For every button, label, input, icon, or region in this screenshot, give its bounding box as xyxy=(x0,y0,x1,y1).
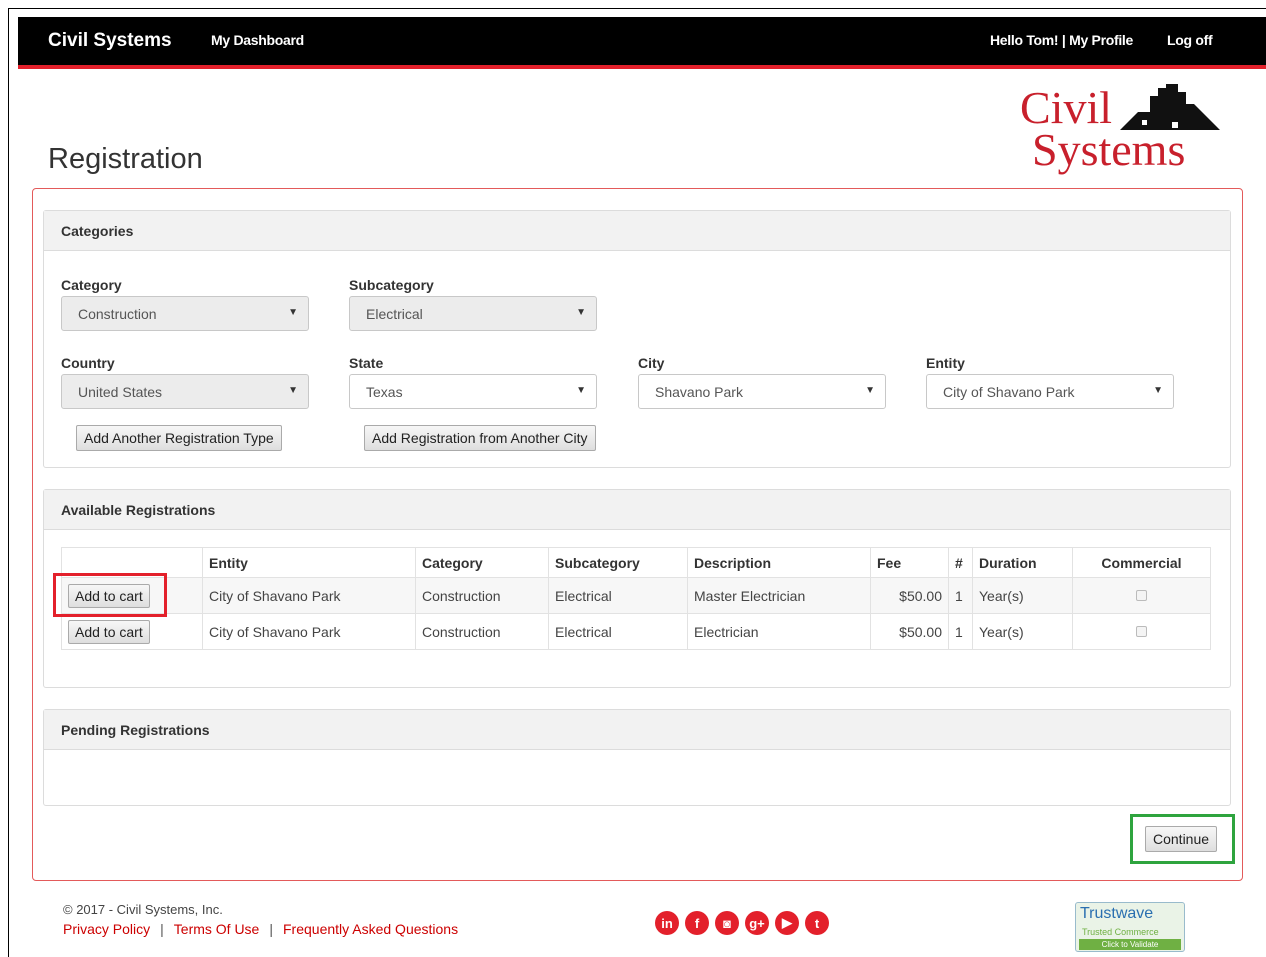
category-label: Category xyxy=(61,277,122,293)
footer-links: Privacy Policy | Terms Of Use | Frequently A… xyxy=(63,921,458,937)
country-select[interactable]: United States ▼ xyxy=(61,374,309,409)
logo-text-systems: Systems xyxy=(1032,124,1186,175)
twitter-icon[interactable]: t xyxy=(805,911,829,935)
column-header-subcategory: Subcategory xyxy=(548,547,688,578)
social-icons: in f ◙ g+ ▶ t xyxy=(655,911,829,935)
available-registrations-table: Entity Category Subcategory Description … xyxy=(61,547,1211,650)
entity-cell: City of Shavano Park xyxy=(202,613,416,650)
civil-systems-logo: Civil Systems xyxy=(1020,82,1230,182)
column-header-entity: Entity xyxy=(202,547,416,578)
dropdown-caret-icon: ▼ xyxy=(865,385,875,396)
table-row: Add to cart City of Shavano Park Constru… xyxy=(61,577,1211,614)
duration-cell: Year(s) xyxy=(972,577,1073,614)
add-registration-type-button[interactable]: Add Another Registration Type xyxy=(76,425,282,451)
commercial-checkbox[interactable] xyxy=(1136,589,1147,601)
number-cell: 1 xyxy=(948,613,973,650)
google-plus-icon[interactable]: g+ xyxy=(745,911,769,935)
add-to-cart-highlight xyxy=(53,573,167,617)
dropdown-caret-icon: ▼ xyxy=(288,307,298,318)
column-header-number: # xyxy=(948,547,973,578)
faq-link[interactable]: Frequently Asked Questions xyxy=(283,921,458,937)
actions-cell: Add to cart xyxy=(61,613,203,650)
city-label: City xyxy=(638,355,665,371)
category-cell: Construction xyxy=(415,577,549,614)
youtube-icon[interactable]: ▶ xyxy=(775,911,799,935)
logoff-link[interactable]: Log off xyxy=(1167,32,1213,48)
copyright-text: © 2017 - Civil Systems, Inc. xyxy=(63,902,223,917)
commercial-checkbox[interactable] xyxy=(1136,625,1147,637)
description-cell: Electrician xyxy=(687,613,871,650)
footer-separator: | xyxy=(269,921,273,937)
fee-cell: $50.00 xyxy=(870,577,949,614)
available-registrations-heading: Available Registrations xyxy=(44,490,1230,530)
dropdown-caret-icon: ▼ xyxy=(1153,385,1163,396)
logo-text-civil: Civil xyxy=(1020,82,1113,133)
categories-heading: Categories xyxy=(44,211,1230,251)
country-label: Country xyxy=(61,355,115,371)
dropdown-caret-icon: ▼ xyxy=(576,385,586,396)
subcategory-cell: Electrical xyxy=(548,577,688,614)
facebook-icon[interactable]: f xyxy=(685,911,709,935)
top-navbar: Civil Systems My Dashboard Hello Tom! | … xyxy=(18,17,1266,69)
trustwave-title: Trustwave xyxy=(1080,905,1154,922)
column-header-description: Description xyxy=(687,547,871,578)
subcategory-cell: Electrical xyxy=(548,613,688,650)
state-value: Texas xyxy=(366,384,403,400)
city-value: Shavano Park xyxy=(655,384,743,400)
state-label: State xyxy=(349,355,384,371)
terms-of-use-link[interactable]: Terms Of Use xyxy=(174,921,260,937)
entity-value: City of Shavano Park xyxy=(943,384,1075,400)
privacy-policy-link[interactable]: Privacy Policy xyxy=(63,921,150,937)
subcategory-select[interactable]: Electrical ▼ xyxy=(349,296,597,331)
commercial-cell xyxy=(1072,577,1211,614)
pending-registrations-panel: Pending Registrations xyxy=(43,709,1231,806)
subcategory-label: Subcategory xyxy=(349,277,434,293)
column-header-commercial: Commercial xyxy=(1072,547,1211,578)
trustwave-validate: Click to Validate xyxy=(1079,939,1181,950)
country-value: United States xyxy=(78,384,163,400)
column-header-fee: Fee xyxy=(870,547,949,578)
category-select[interactable]: Construction ▼ xyxy=(61,296,309,331)
column-header-category: Category xyxy=(415,547,549,578)
city-select[interactable]: Shavano Park ▼ xyxy=(638,374,886,409)
my-profile-link[interactable]: Hello Tom! | My Profile xyxy=(990,32,1133,48)
duration-cell: Year(s) xyxy=(972,613,1073,650)
table-row: Add to cart City of Shavano Park Constru… xyxy=(61,613,1211,650)
add-registration-other-city-button[interactable]: Add Registration from Another City xyxy=(364,425,596,451)
fee-cell: $50.00 xyxy=(870,613,949,650)
dropdown-caret-icon: ▼ xyxy=(576,307,586,318)
dropdown-caret-icon: ▼ xyxy=(288,385,298,396)
state-select[interactable]: Texas ▼ xyxy=(349,374,597,409)
trustwave-subtitle: Trusted Commerce xyxy=(1082,927,1159,937)
commercial-cell xyxy=(1072,613,1211,650)
table-header-row: Entity Category Subcategory Description … xyxy=(61,547,1211,578)
number-cell: 1 xyxy=(948,577,973,614)
continue-highlight xyxy=(1130,814,1235,864)
add-to-cart-button[interactable]: Add to cart xyxy=(68,619,150,644)
entity-label: Entity xyxy=(926,355,965,371)
page-title: Registration xyxy=(48,143,203,175)
entity-select[interactable]: City of Shavano Park ▼ xyxy=(926,374,1174,409)
brand-link[interactable]: Civil Systems xyxy=(48,30,172,52)
category-value: Construction xyxy=(78,306,157,322)
entity-cell: City of Shavano Park xyxy=(202,577,416,614)
footer-separator: | xyxy=(160,921,164,937)
linkedin-icon[interactable]: in xyxy=(655,911,679,935)
subcategory-value: Electrical xyxy=(366,306,423,322)
trustwave-badge[interactable]: Trustwave Trusted Commerce Click to Vali… xyxy=(1075,902,1185,952)
my-dashboard-link[interactable]: My Dashboard xyxy=(211,32,304,48)
pending-registrations-heading: Pending Registrations xyxy=(44,710,1230,750)
column-header-duration: Duration xyxy=(972,547,1073,578)
instagram-icon[interactable]: ◙ xyxy=(715,911,739,935)
description-cell: Master Electrician xyxy=(687,577,871,614)
category-cell: Construction xyxy=(415,613,549,650)
